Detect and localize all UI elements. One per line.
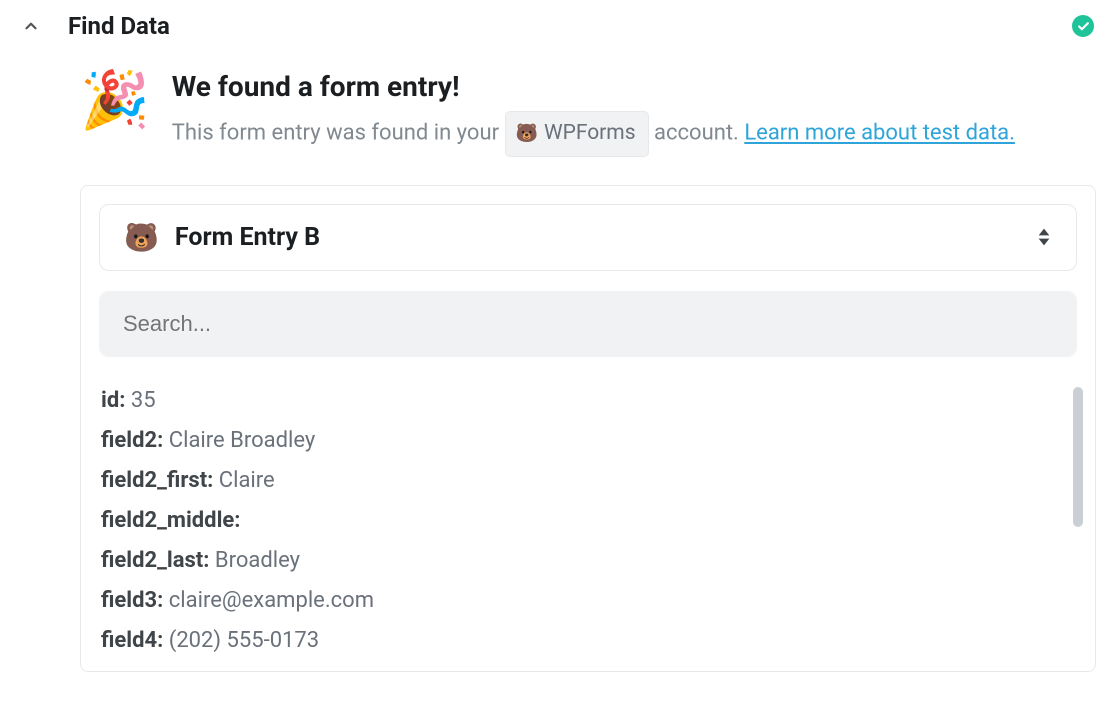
wpforms-chip-icon: 🐻: [516, 119, 538, 150]
field-row: field2_last: Broadley: [101, 541, 1075, 581]
fields-list: id: 35field2: Claire Broadleyfield2_firs…: [99, 381, 1077, 661]
learn-more-link[interactable]: Learn more about test data.: [744, 121, 1015, 146]
field-key: field2_first:: [101, 468, 213, 493]
field-value: Broadley: [209, 548, 300, 573]
field-key: field2:: [101, 428, 163, 453]
field-value: (202) 555-0173: [163, 628, 319, 653]
select-label: Form Entry B: [175, 223, 320, 252]
field-row: field4: (202) 555-0173: [101, 621, 1075, 661]
found-heading: We found a form entry!: [172, 70, 1116, 103]
wpforms-icon: 🐻: [124, 221, 159, 254]
fields-area-wrap: id: 35field2: Claire Broadleyfield2_firs…: [99, 381, 1077, 661]
field-row: field2_first: Claire: [101, 461, 1075, 501]
wpforms-chip: 🐻 WPForms: [505, 111, 649, 157]
search-input[interactable]: [99, 291, 1077, 357]
field-key: id:: [101, 388, 125, 413]
field-key: field3:: [101, 588, 163, 613]
desc-suffix: account.: [654, 121, 744, 146]
scrollbar-thumb[interactable]: [1073, 387, 1083, 527]
sort-icon: [1036, 227, 1052, 247]
section-header: Find Data: [0, 0, 1116, 50]
found-description: This form entry was found in your 🐻 WPFo…: [172, 111, 1116, 157]
found-text: We found a form entry! This form entry w…: [172, 70, 1116, 157]
content: 🎉 We found a form entry! This form entry…: [0, 50, 1116, 672]
field-value: Claire: [213, 468, 274, 493]
field-row: field2: Claire Broadley: [101, 421, 1075, 461]
field-row: field3: claire@example.com: [101, 581, 1075, 621]
section-title: Find Data: [68, 12, 170, 40]
party-popper-icon: 🎉: [80, 72, 150, 128]
found-banner: 🎉 We found a form entry! This form entry…: [80, 70, 1116, 157]
field-row: id: 35: [101, 381, 1075, 421]
chip-label: WPForms: [544, 116, 636, 152]
data-panel: 🐻 Form Entry B id: 35field2: Claire Broa…: [80, 185, 1096, 672]
desc-prefix: This form entry was found in your: [172, 121, 505, 146]
field-value: 35: [125, 388, 155, 413]
select-left: 🐻 Form Entry B: [124, 221, 320, 254]
entry-select[interactable]: 🐻 Form Entry B: [99, 204, 1077, 271]
header-left: Find Data: [22, 12, 170, 40]
field-key: field2_last:: [101, 548, 209, 573]
field-value: claire@example.com: [163, 588, 374, 613]
status-check-icon: [1072, 15, 1094, 37]
field-value: Claire Broadley: [163, 428, 315, 453]
chevron-up-icon[interactable]: [22, 17, 40, 35]
field-key: field4:: [101, 628, 163, 653]
field-key: field2_middle:: [101, 508, 240, 533]
field-row: field2_middle:: [101, 501, 1075, 541]
